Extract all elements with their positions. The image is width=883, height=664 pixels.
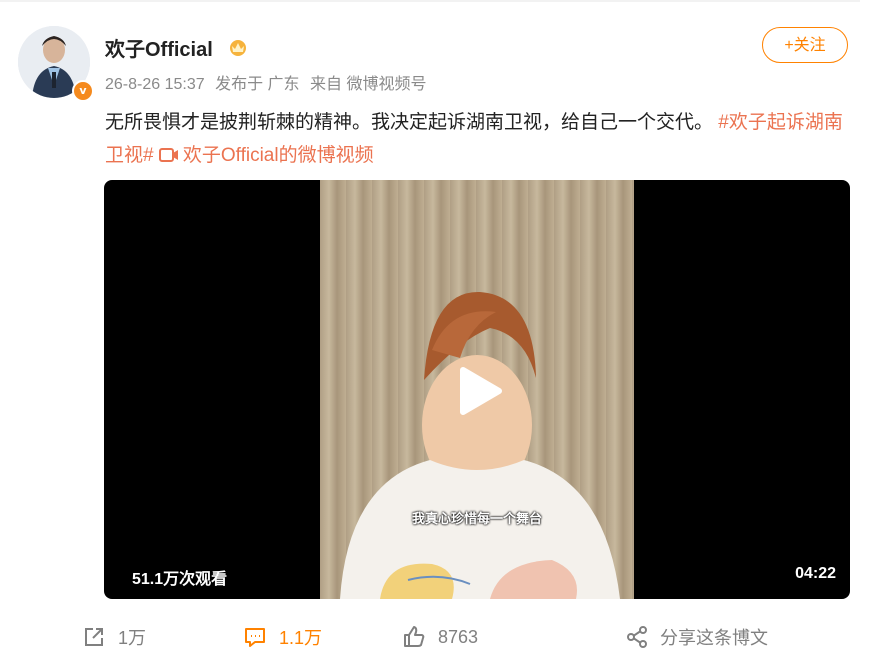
top-divider — [0, 0, 860, 2]
follow-button[interactable]: +关注 — [762, 27, 848, 63]
like-icon — [404, 626, 425, 647]
username[interactable]: 欢子Official — [105, 33, 213, 62]
post-body: 无所畏惧才是披荆斩棘的精神。我决定起诉湖南卫视，给自己一个交代。 — [105, 112, 714, 133]
post-location: 发布于 广东 — [215, 76, 300, 93]
video-player[interactable]: 我真心珍惜每一个舞台 51.1万次观看 04:22 — [104, 180, 850, 599]
comment-count: 1.1万 — [279, 628, 323, 648]
post-text: 无所畏惧才是披荆斩棘的精神。我决定起诉湖南卫视，给自己一个交代。 #欢子起诉湖南… — [105, 106, 855, 172]
avatar[interactable]: v — [18, 26, 94, 102]
vip-crown-icon[interactable] — [228, 37, 248, 57]
like-button[interactable]: 8763 — [402, 624, 478, 650]
share-post-button[interactable]: 分享这条博文 — [626, 624, 768, 650]
video-link[interactable]: 欢子Official的微博视频 — [158, 145, 374, 166]
video-subtitle: 我真心珍惜每一个舞台 — [411, 511, 542, 526]
share-icon — [627, 626, 647, 648]
video-icon — [158, 148, 178, 162]
post-source[interactable]: 来自 微博视频号 — [310, 76, 426, 93]
repost-icon — [85, 628, 103, 646]
like-count: 8763 — [438, 626, 479, 647]
video-duration: 04:22 — [795, 565, 836, 582]
repost-count: 1万 — [118, 628, 147, 648]
repost-button[interactable]: 1万 — [82, 624, 146, 650]
video-link-label: 欢子Official的微博视频 — [182, 145, 374, 166]
verified-badge-icon: v — [72, 80, 94, 102]
comment-icon — [245, 628, 265, 647]
play-icon[interactable] — [451, 364, 505, 418]
post-date[interactable]: 26-8-26 15:37 — [105, 76, 205, 93]
comment-button[interactable]: 1.1万 — [243, 624, 322, 650]
view-count: 51.1万次观看 — [132, 571, 228, 588]
share-post-label: 分享这条博文 — [660, 628, 768, 648]
post-meta: 26-8-26 15:37 发布于 广东 来自 微博视频号 — [105, 70, 432, 94]
